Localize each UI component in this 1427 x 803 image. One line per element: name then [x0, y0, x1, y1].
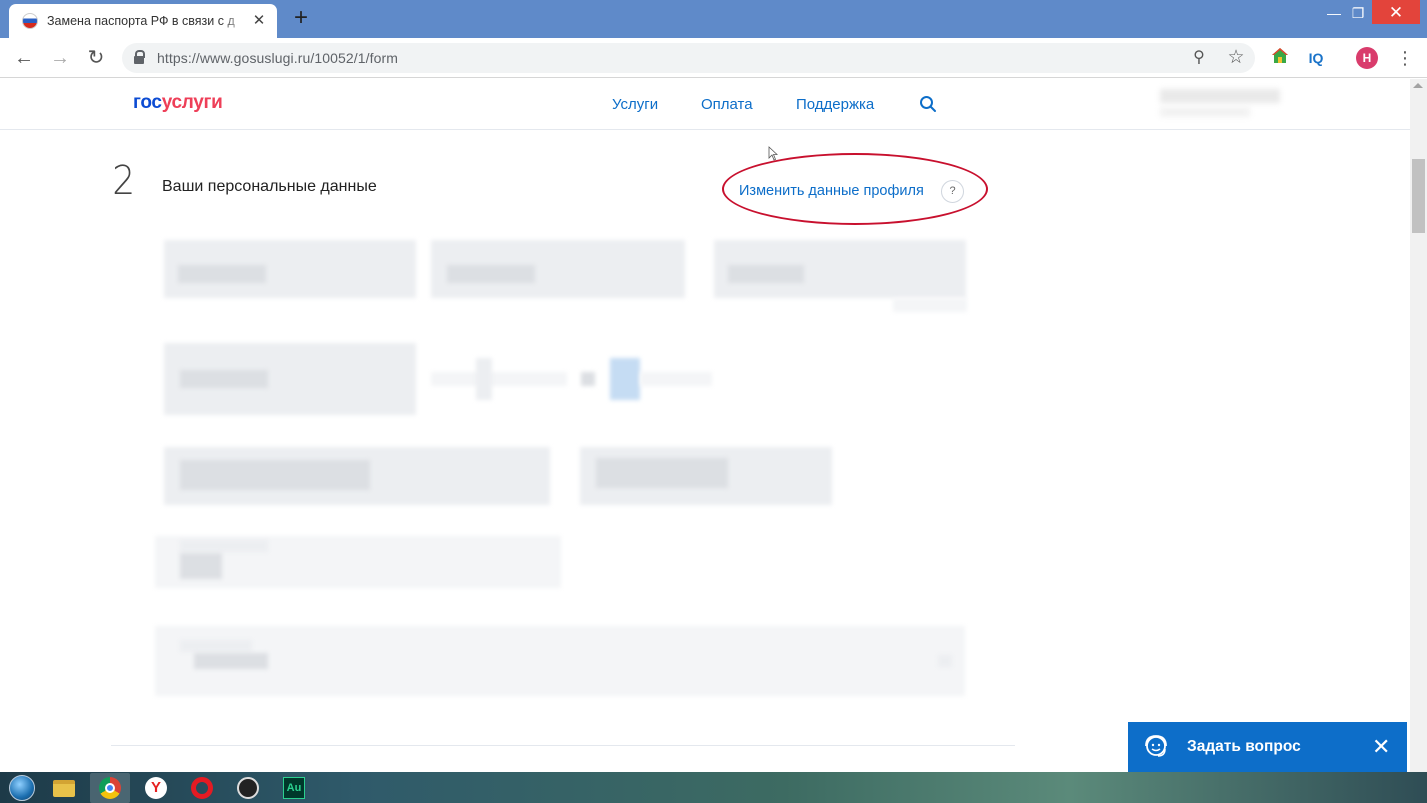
- new-tab-button[interactable]: +: [289, 6, 313, 30]
- windows-taskbar: Y Au: [0, 772, 1427, 803]
- folder-icon: [53, 779, 75, 797]
- extension-house-icon[interactable]: [1268, 46, 1292, 70]
- browser-menu-icon[interactable]: ⋮: [1396, 46, 1414, 70]
- ask-question-label: Задать вопрос: [1187, 738, 1301, 755]
- opera-icon: [191, 777, 213, 799]
- mouse-cursor-icon: [768, 146, 778, 161]
- back-button[interactable]: ←: [12, 46, 36, 70]
- bookmark-star-icon[interactable]: ☆: [1226, 48, 1246, 68]
- chat-close-icon[interactable]: ✕: [1372, 735, 1390, 759]
- windows-start-icon: [9, 775, 35, 801]
- adobe-audition-icon: Au: [283, 777, 305, 799]
- scroll-up-arrow-icon[interactable]: [1413, 83, 1423, 88]
- profile-avatar[interactable]: Н: [1356, 47, 1378, 69]
- step-number: 2: [112, 158, 136, 204]
- nav-services[interactable]: Услуги: [612, 96, 658, 113]
- browser-titlebar: Замена паспорта РФ в связи с д ✕ + — ❐ ✕: [0, 0, 1427, 38]
- taskbar-obs[interactable]: [228, 773, 268, 803]
- scroll-thumb[interactable]: [1412, 159, 1425, 233]
- support-agent-icon: [1145, 735, 1167, 757]
- forward-button[interactable]: →: [48, 46, 72, 70]
- close-tab-icon[interactable]: ✕: [251, 13, 267, 29]
- logo-part-uslugi: услуги: [161, 92, 223, 113]
- browser-toolbar: ← → ↻ https://www.gosuslugi.ru/10052/1/f…: [0, 38, 1427, 78]
- browser-tab[interactable]: Замена паспорта РФ в связи с д ✕: [9, 4, 277, 38]
- tab-title: Замена паспорта РФ в связи с д: [47, 14, 235, 28]
- address-bar[interactable]: https://www.gosuslugi.ru/10052/1/form ⚲ …: [122, 43, 1255, 73]
- zoom-icon[interactable]: ⚲: [1189, 48, 1209, 68]
- blurred-user-name: [1145, 79, 1305, 129]
- page-scrollbar[interactable]: [1410, 79, 1427, 772]
- yandex-browser-icon: Y: [145, 777, 167, 799]
- chrome-icon: [99, 777, 121, 799]
- start-button[interactable]: [2, 773, 42, 803]
- site-header: госуслуги Услуги Оплата Поддержка: [0, 79, 1410, 130]
- url-text: https://www.gosuslugi.ru/10052/1/form: [157, 50, 399, 66]
- russia-flag-icon: [22, 13, 38, 29]
- taskbar-opera[interactable]: [182, 773, 222, 803]
- section-title: Ваши персональные данные: [162, 178, 377, 195]
- reload-button[interactable]: ↻: [84, 46, 108, 70]
- nav-payment[interactable]: Оплата: [701, 96, 753, 113]
- obs-icon: [237, 777, 259, 799]
- taskbar-chrome[interactable]: [90, 773, 130, 803]
- gosuslugi-logo[interactable]: госуслуги: [133, 92, 223, 114]
- taskbar-explorer[interactable]: [44, 773, 84, 803]
- logo-part-gos: гос: [133, 92, 162, 113]
- red-annotation-ellipse: [722, 153, 988, 225]
- extension-iq-icon[interactable]: IQ: [1304, 46, 1328, 70]
- ask-question-widget[interactable]: Задать вопрос ✕: [1128, 722, 1407, 772]
- search-icon[interactable]: [919, 95, 937, 113]
- lock-icon: [134, 50, 145, 64]
- window-close-button[interactable]: ✕: [1372, 0, 1420, 24]
- taskbar-audition[interactable]: Au: [274, 773, 314, 803]
- nav-support[interactable]: Поддержка: [796, 96, 874, 113]
- taskbar-yandex[interactable]: Y: [136, 773, 176, 803]
- section-divider: [111, 745, 1015, 746]
